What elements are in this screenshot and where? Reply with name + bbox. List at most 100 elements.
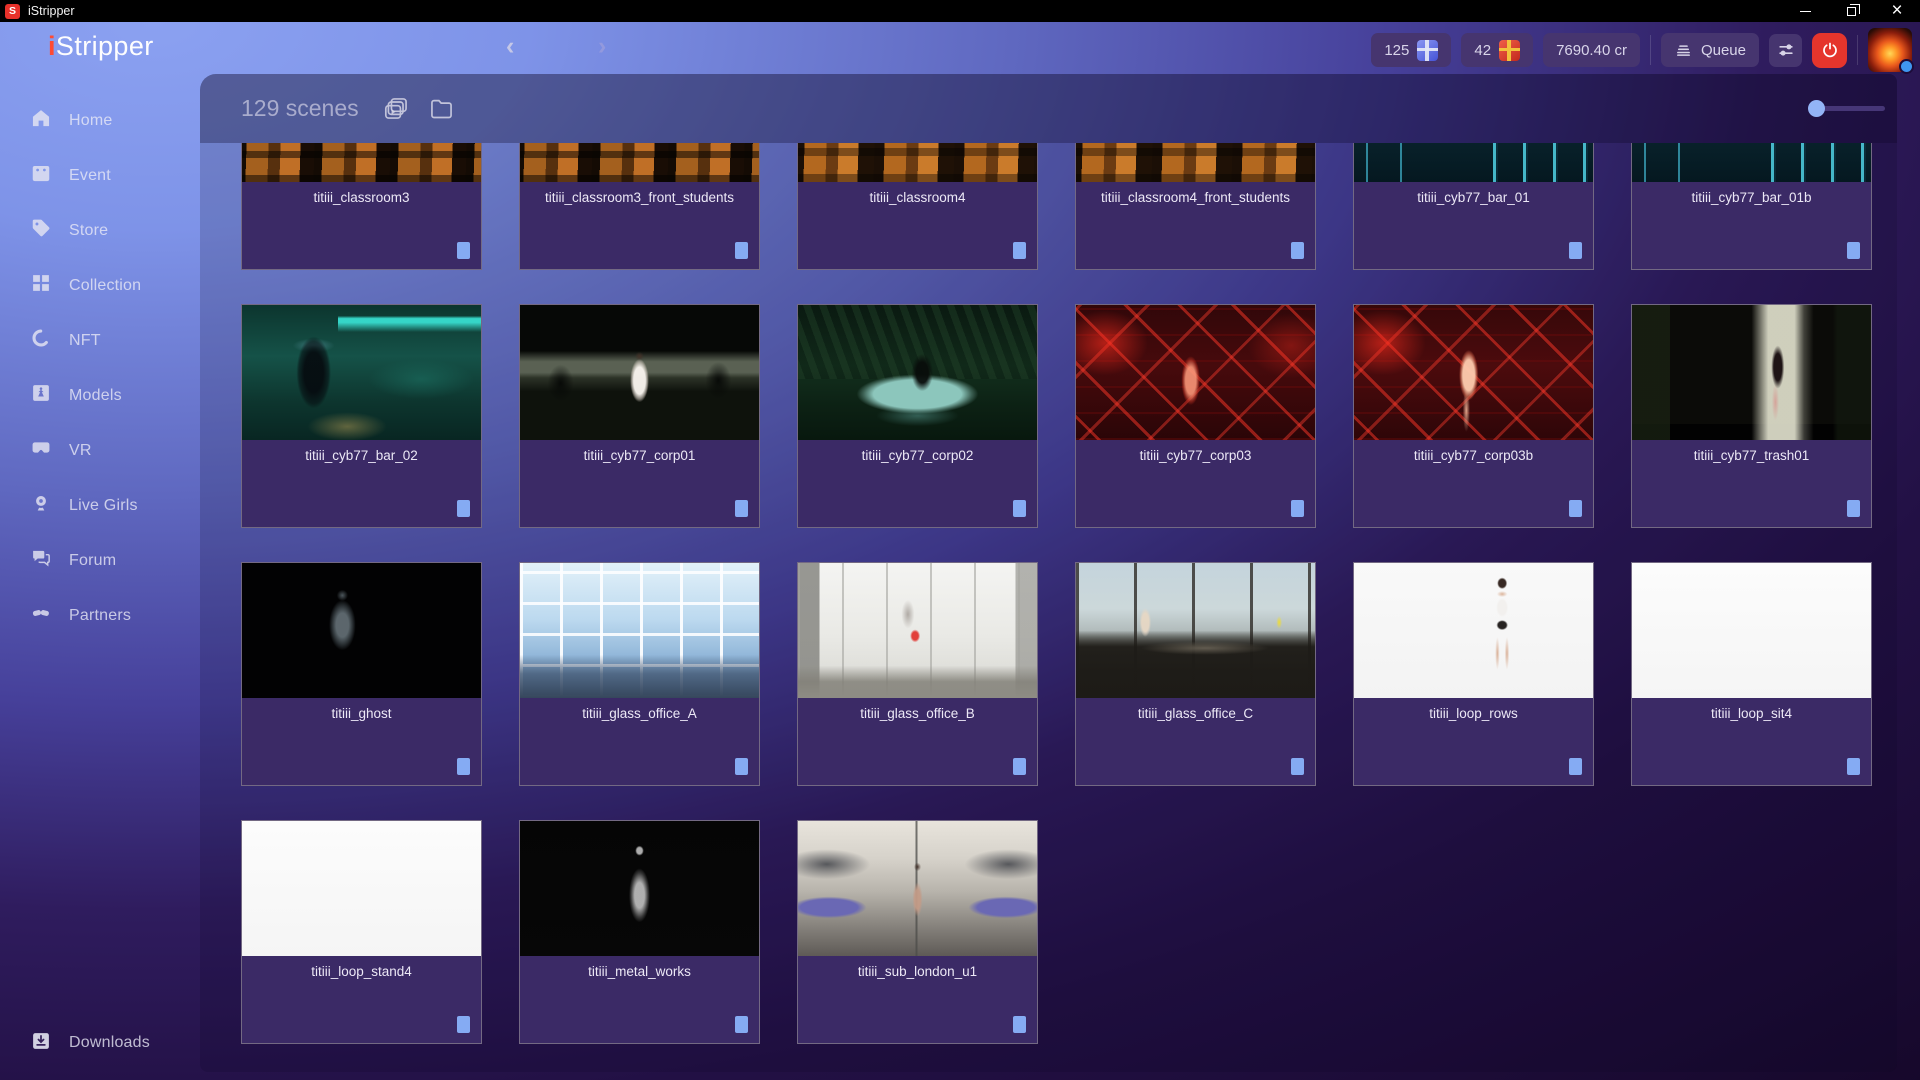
folder-view-icon[interactable]	[428, 95, 455, 122]
scenes-view-icon[interactable]	[383, 95, 410, 122]
scene-select-checkbox[interactable]	[1847, 758, 1860, 775]
vr-icon	[30, 437, 52, 464]
scene-select-checkbox[interactable]	[1569, 242, 1582, 259]
scene-select-checkbox[interactable]	[1291, 758, 1304, 775]
scene-thumbnail	[242, 143, 481, 182]
app-background: iStripper ‹ › 125 42 7690.40 cr	[0, 22, 1920, 1080]
minimize-button[interactable]	[1782, 0, 1828, 22]
scene-name: titiii_classroom3	[242, 182, 481, 212]
power-icon	[1820, 40, 1840, 60]
scene-select-checkbox[interactable]	[1013, 500, 1026, 517]
sidebar-item-models[interactable]: Models	[0, 368, 200, 423]
scene-card[interactable]: titiii_loop_sit4	[1631, 562, 1872, 786]
scene-card[interactable]: titiii_glass_office_B	[797, 562, 1038, 786]
scene-select-checkbox[interactable]	[457, 758, 470, 775]
content-header: 129 scenes	[200, 74, 1897, 143]
scene-card[interactable]: titiii_glass_office_A	[519, 562, 760, 786]
scene-card[interactable]: titiii_classroom3	[241, 143, 482, 270]
scene-card[interactable]: titiii_cyb77_bar_01b	[1631, 143, 1872, 270]
scene-card[interactable]: titiii_loop_rows	[1353, 562, 1594, 786]
scene-select-checkbox[interactable]	[1013, 242, 1026, 259]
sidebar-item-home[interactable]: Home	[0, 93, 200, 148]
scene-select-checkbox[interactable]	[1291, 242, 1304, 259]
sidebar-item-store[interactable]: Store	[0, 203, 200, 258]
queue-button[interactable]: Queue	[1661, 33, 1759, 67]
gift-blue-icon	[1417, 40, 1438, 61]
scene-card[interactable]: titiii_classroom4	[797, 143, 1038, 270]
livegirls-icon	[30, 492, 52, 519]
scene-select-checkbox[interactable]	[1291, 500, 1304, 517]
scene-select-checkbox[interactable]	[1569, 758, 1582, 775]
scene-card[interactable]: titiii_cyb77_corp03	[1075, 304, 1316, 528]
scene-card[interactable]: titiii_sub_london_u1	[797, 820, 1038, 1044]
scene-select-checkbox[interactable]	[1013, 758, 1026, 775]
scene-card[interactable]: titiii_cyb77_bar_01	[1353, 143, 1594, 270]
sidebar-nav: Home EventStoreCollection NFT ModelsVRLive …	[0, 22, 200, 1080]
scene-card[interactable]: titiii_metal_works	[519, 820, 760, 1044]
scene-thumbnail	[798, 821, 1037, 956]
credits-button[interactable]: 7690.40 cr	[1543, 33, 1640, 67]
scene-select-checkbox[interactable]	[735, 1016, 748, 1033]
window-titlebar: S iStripper ×	[0, 0, 1920, 22]
scene-grid: titiii_classroom3 titiii_classroom3_front…	[200, 143, 1890, 1044]
scene-thumbnail	[1076, 563, 1315, 698]
header-right-cluster: 125 42 7690.40 cr Queue	[1371, 30, 1912, 70]
user-avatar[interactable]	[1868, 28, 1912, 72]
scene-select-checkbox[interactable]	[1013, 1016, 1026, 1033]
thumbnail-size-slider[interactable]	[1817, 106, 1885, 111]
scene-thumbnail	[798, 143, 1037, 182]
scene-card[interactable]: titiii_classroom4_front_students	[1075, 143, 1316, 270]
silver-gifts-button[interactable]: 125	[1371, 33, 1451, 67]
scene-select-checkbox[interactable]	[735, 500, 748, 517]
sidebar-item-event[interactable]: Event	[0, 148, 200, 203]
scene-thumbnail	[520, 563, 759, 698]
scene-name: titiii_sub_london_u1	[798, 956, 1037, 986]
scene-scroll-viewport[interactable]: titiii_classroom3 titiii_classroom3_front…	[200, 143, 1897, 1072]
scene-name: titiii_cyb77_trash01	[1632, 440, 1871, 470]
scene-select-checkbox[interactable]	[1847, 500, 1860, 517]
scene-card[interactable]: titiii_ghost	[241, 562, 482, 786]
home-icon	[30, 107, 52, 134]
scene-card[interactable]: titiii_cyb77_corp01	[519, 304, 760, 528]
scene-card[interactable]: titiii_cyb77_trash01	[1631, 304, 1872, 528]
sidebar-item-vr[interactable]: VR	[0, 423, 200, 478]
scene-select-checkbox[interactable]	[735, 758, 748, 775]
scene-select-checkbox[interactable]	[457, 500, 470, 517]
restore-button[interactable]	[1828, 0, 1874, 22]
scene-select-checkbox[interactable]	[457, 1016, 470, 1033]
close-button[interactable]: ×	[1874, 0, 1920, 22]
scene-select-checkbox[interactable]	[1569, 500, 1582, 517]
sidebar-item-downloads[interactable]: Downloads	[0, 1018, 200, 1068]
scene-card[interactable]: titiii_cyb77_bar_02	[241, 304, 482, 528]
downloads-icon	[30, 1030, 52, 1057]
scene-thumbnail	[520, 821, 759, 956]
scene-card[interactable]: titiii_cyb77_corp03b	[1353, 304, 1594, 528]
nav-forward-button[interactable]: ›	[598, 32, 606, 61]
power-button[interactable]	[1812, 33, 1847, 68]
scene-select-checkbox[interactable]	[735, 242, 748, 259]
scene-select-checkbox[interactable]	[457, 242, 470, 259]
sidebar-item-partners[interactable]: Partners	[0, 588, 200, 643]
display-settings-button[interactable]	[1769, 34, 1802, 67]
scene-thumbnail	[520, 305, 759, 440]
sidebar-item-live-girls[interactable]: Live Girls	[0, 478, 200, 533]
nav-back-button[interactable]: ‹	[506, 32, 514, 61]
collection-icon	[30, 272, 52, 299]
gift-red-icon	[1499, 40, 1520, 61]
gold-gifts-button[interactable]: 42	[1461, 33, 1533, 67]
scene-count: 129 scenes	[241, 95, 359, 122]
scene-card[interactable]: titiii_cyb77_corp02	[797, 304, 1038, 528]
sidebar-item-label: NFT	[69, 332, 101, 350]
slider-knob[interactable]	[1808, 100, 1825, 117]
scene-card[interactable]: titiii_classroom3_front_students	[519, 143, 760, 270]
sidebar-item-forum[interactable]: Forum	[0, 533, 200, 588]
sidebar-item-nft[interactable]: NFT	[0, 313, 200, 368]
scene-card[interactable]: titiii_glass_office_C	[1075, 562, 1316, 786]
scene-select-checkbox[interactable]	[1847, 242, 1860, 259]
scene-card[interactable]: titiii_loop_stand4	[241, 820, 482, 1044]
scene-name: titiii_classroom4	[798, 182, 1037, 212]
sidebar-item-collection[interactable]: Collection	[0, 258, 200, 313]
sidebar-item-label: Home	[69, 112, 112, 130]
credits-amount: 7690.40 cr	[1556, 42, 1627, 59]
gold-gifts-count: 42	[1474, 42, 1491, 59]
